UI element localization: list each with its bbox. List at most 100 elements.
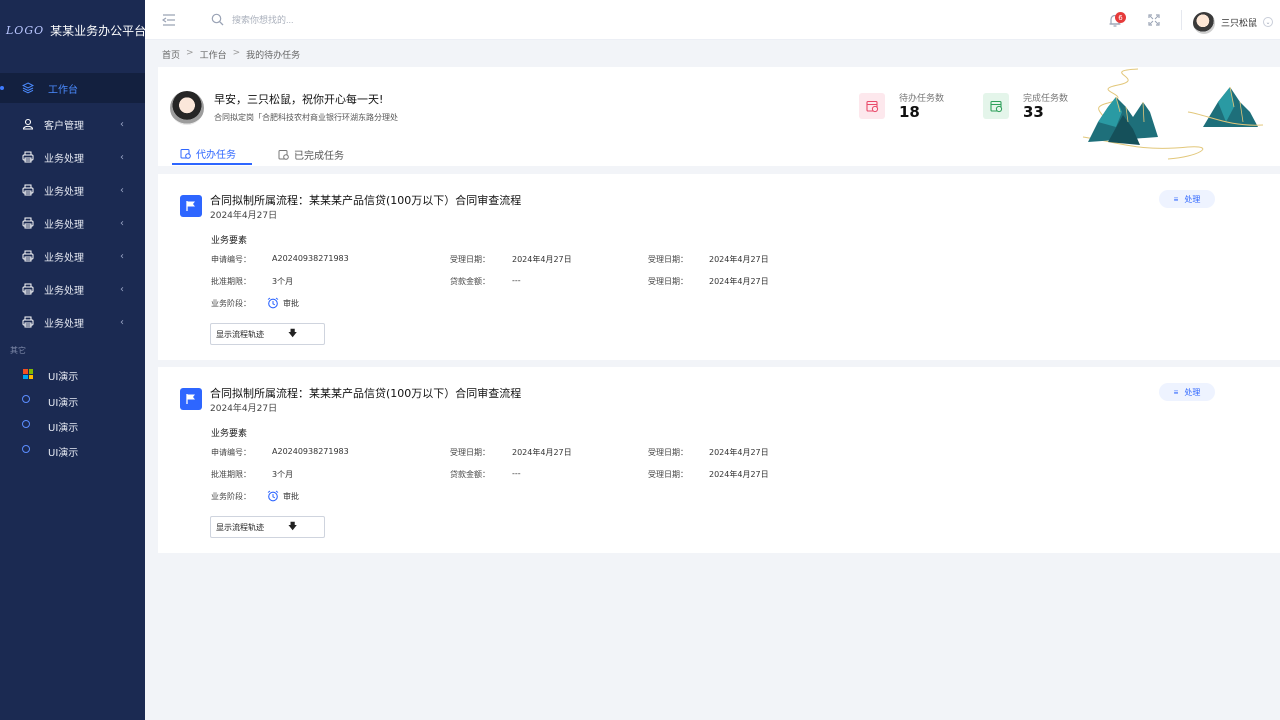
sidebar-item-label: UI演示 (48, 372, 79, 383)
task-icon (180, 148, 191, 159)
sidebar-item-ui-demo[interactable]: UI演示 (0, 442, 145, 460)
printer-icon (22, 250, 34, 262)
alarm-clock-icon (267, 297, 279, 309)
business-stage: 审批 (283, 492, 299, 501)
sidebar-item-business-6[interactable]: 业务处理 ‹ (0, 311, 145, 333)
app-title: 某某业务办公平台 (50, 23, 147, 38)
stat-value: 18 (899, 103, 920, 121)
process-label: 处理 (1184, 387, 1201, 397)
stat-value: 33 (1023, 103, 1044, 121)
field-label: 业务阶段： (211, 299, 251, 308)
sidebar-item-business-5[interactable]: 业务处理 ‹ (0, 278, 145, 300)
greeting: 早安，三只松鼠，祝你开心每一天! (214, 93, 384, 106)
calendar-icon (859, 93, 885, 119)
sidebar-item-business-4[interactable]: 业务处理 ‹ (0, 245, 145, 267)
field-label: 申请编号： (211, 255, 251, 264)
process-button[interactable]: ≡ 处理 (1159, 383, 1215, 401)
field-label: 贷款金额： (450, 470, 490, 479)
sidebar: LOGO 某某业务办公平台 工作台 客户管理 ‹ 业务处理 ‹ 业务处理 ‹ 业… (0, 0, 147, 720)
layers-icon (22, 82, 34, 94)
sidebar-item-label: 工作台 (48, 84, 78, 96)
tab-label: 代办任务 (196, 149, 236, 161)
accept-date: 2024年4月27日 (709, 277, 769, 286)
printer-icon (22, 151, 34, 163)
section-title: 业务要素 (211, 429, 248, 439)
field-label: 受理日期： (450, 448, 490, 457)
divider (1181, 10, 1182, 30)
sidebar-item-ui-demo[interactable]: UI演示 (0, 366, 145, 384)
arrow-down-icon: 🡇 (288, 328, 298, 338)
user-icon (22, 118, 34, 130)
tab-completed[interactable]: 已完成任务 (278, 143, 344, 165)
field-label: 申请编号： (211, 448, 251, 457)
show-trace-button[interactable]: 显示流程轨迹 🡇 (210, 323, 325, 345)
sidebar-item-customers[interactable]: 客户管理 ‹ (0, 113, 145, 135)
section-title: 业务要素 (211, 236, 248, 246)
chevron-left-icon: ‹ (120, 217, 124, 229)
printer-icon (22, 283, 34, 295)
calendar-icon (983, 93, 1009, 119)
brand: LOGO 某某业务办公平台 (0, 0, 147, 60)
sidebar-item-label: 业务处理 (44, 252, 84, 264)
breadcrumb-home[interactable]: 首页 (162, 48, 180, 61)
circle-icon (22, 395, 30, 403)
alarm-clock-icon (267, 490, 279, 502)
printer-icon (22, 217, 34, 229)
breadcrumb-workbench[interactable]: 工作台 (200, 48, 227, 61)
flag-icon (180, 195, 202, 217)
sidebar-section-title: 其它 (10, 346, 26, 355)
sidebar-item-workbench[interactable]: 工作台 (0, 73, 145, 103)
sidebar-item-label: UI演示 (48, 448, 79, 459)
process-button[interactable]: ≡ 处理 (1159, 190, 1215, 208)
loan-amount: --- (512, 469, 521, 478)
application-number: A20240938271983 (272, 254, 349, 263)
sidebar-item-label: 业务处理 (44, 186, 84, 198)
chevron-left-icon: ‹ (120, 151, 124, 163)
field-label: 受理日期： (648, 470, 688, 479)
task-card: 合同拟制所属流程：某某某产品信贷(100万以下）合同审查流程 2024年4月27… (158, 367, 1280, 553)
tab-todo[interactable]: 代办任务 (172, 143, 252, 165)
task-icon (278, 149, 289, 160)
sidebar-item-label: UI演示 (48, 398, 79, 409)
chevron-down-icon[interactable]: ⌄ (1263, 17, 1273, 27)
sidebar-item-label: 业务处理 (44, 318, 84, 330)
application-number: A20240938271983 (272, 447, 349, 456)
top-bar: 6 三只松鼠 ⌄ (145, 0, 1280, 40)
business-stage: 审批 (283, 299, 299, 308)
trace-label: 显示流程轨迹 (216, 522, 264, 532)
stat-todo-count: 待办任务数 18 (859, 91, 969, 127)
menu-collapse-icon[interactable] (162, 13, 176, 27)
notification-badge: 6 (1115, 12, 1126, 23)
sidebar-item-business-3[interactable]: 业务处理 ‹ (0, 212, 145, 234)
task-date: 2024年4月27日 (210, 404, 278, 414)
accept-date: 2024年4月27日 (709, 255, 769, 264)
sidebar-item-label: 客户管理 (44, 120, 84, 132)
search-icon (211, 13, 224, 26)
task-title: 合同拟制所属流程：某某某产品信贷(100万以下）合同审查流程 (210, 387, 522, 400)
circle-icon (22, 420, 30, 428)
field-label: 受理日期： (648, 277, 688, 286)
sidebar-item-ui-demo[interactable]: UI演示 (0, 417, 145, 435)
sidebar-item-business-1[interactable]: 业务处理 ‹ (0, 146, 145, 168)
arrow-down-icon: 🡇 (288, 521, 298, 531)
chevron-left-icon: ‹ (120, 184, 124, 196)
sidebar-item-label: 业务处理 (44, 219, 84, 231)
accept-date: 2024年4月27日 (512, 255, 572, 264)
task-card: 合同拟制所属流程：某某某产品信贷(100万以下）合同审查流程 2024年4月27… (158, 174, 1280, 360)
task-date: 2024年4月27日 (210, 211, 278, 221)
field-label: 批准期限： (211, 277, 251, 286)
username[interactable]: 三只松鼠 (1221, 16, 1257, 29)
sidebar-item-label: 业务处理 (44, 285, 84, 297)
accept-date: 2024年4月27日 (709, 470, 769, 479)
sidebar-item-business-2[interactable]: 业务处理 ‹ (0, 179, 145, 201)
avatar[interactable] (1193, 12, 1215, 34)
process-label: 处理 (1184, 194, 1201, 204)
field-label: 批准期限： (211, 470, 251, 479)
field-label: 受理日期： (648, 255, 688, 264)
fullscreen-icon[interactable] (1148, 14, 1160, 26)
show-trace-button[interactable]: 显示流程轨迹 🡇 (210, 516, 325, 538)
sidebar-item-ui-demo[interactable]: UI演示 (0, 392, 145, 410)
field-label: 受理日期： (648, 448, 688, 457)
breadcrumb: 首页 > 工作台 > 我的待办任务 (162, 48, 300, 61)
search-input[interactable] (232, 11, 432, 29)
